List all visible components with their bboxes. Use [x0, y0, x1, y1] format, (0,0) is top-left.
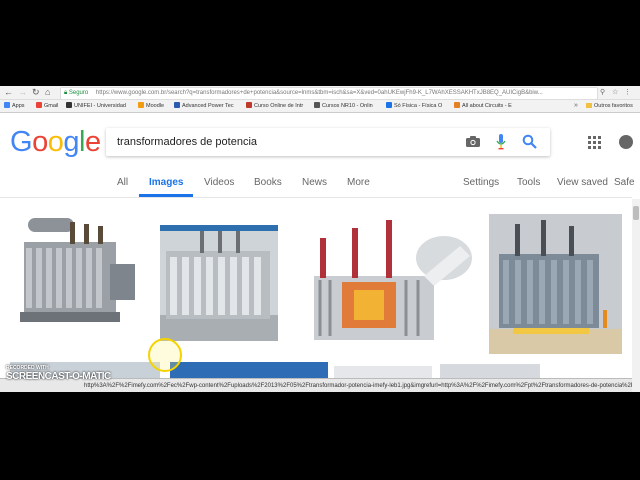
- power-icon: [174, 102, 180, 108]
- bookmark-apps[interactable]: Apps: [4, 100, 25, 112]
- home-icon[interactable]: ⌂: [45, 87, 50, 98]
- bookmark-curso-online[interactable]: Curso Online de Intr: [246, 100, 303, 112]
- bookmark-so-fisica[interactable]: Só Física - Física O: [386, 100, 442, 112]
- logo-letter: o: [32, 126, 48, 158]
- other-bookmarks[interactable]: Outros favoritos: [586, 100, 633, 112]
- curso-icon: [246, 102, 252, 108]
- folder-icon: [586, 103, 592, 108]
- scrollbar-thumb[interactable]: [633, 206, 639, 220]
- omnibox[interactable]: 🔒︎ Seguro https://www.google.com.br/sear…: [60, 87, 598, 100]
- tab-news[interactable]: News: [302, 177, 327, 188]
- moodle-icon: [138, 102, 144, 108]
- fisica-icon: [386, 102, 392, 108]
- microphone-icon[interactable]: [496, 134, 506, 150]
- logo-letter: G: [10, 126, 33, 158]
- tab-more[interactable]: More: [347, 177, 370, 188]
- circuits-icon: [454, 102, 460, 108]
- search-box[interactable]: transformadores de potencia: [106, 128, 550, 156]
- transformer-image: [489, 214, 622, 354]
- bookmark-unifei[interactable]: UNIFEI - Universidad: [66, 100, 126, 112]
- apps-icon: [4, 102, 10, 108]
- gmail-icon: [36, 102, 42, 108]
- tab-tools[interactable]: Tools: [517, 177, 540, 188]
- search-input[interactable]: transformadores de potencia: [117, 136, 257, 148]
- logo-letter: e: [84, 126, 101, 158]
- menu-icon[interactable]: ⋮: [624, 88, 631, 96]
- scrollbar[interactable]: [632, 199, 640, 392]
- logo-letter: o: [47, 126, 64, 158]
- unifei-icon: [66, 102, 72, 108]
- image-result[interactable]: [489, 214, 622, 354]
- secure-label: Seguro: [68, 90, 89, 96]
- transformer-image: [10, 214, 145, 332]
- bookmarks-overflow-icon[interactable]: »: [574, 100, 578, 112]
- image-result[interactable]: [334, 366, 432, 378]
- search-icon[interactable]: ⚲: [600, 88, 605, 96]
- image-result[interactable]: [440, 364, 540, 378]
- search-icon[interactable]: [522, 134, 537, 149]
- apps-grid-icon[interactable]: [588, 136, 601, 149]
- view-saved-link[interactable]: View saved: [557, 177, 608, 188]
- transformer-image: [294, 216, 480, 346]
- camera-icon[interactable]: [466, 136, 480, 147]
- back-icon[interactable]: ←: [4, 87, 13, 98]
- transformer-image: [160, 225, 278, 341]
- star-icon[interactable]: ☆: [612, 88, 618, 96]
- image-result[interactable]: [10, 214, 145, 332]
- account-avatar[interactable]: [619, 135, 633, 149]
- bookmark-advanced-power[interactable]: Advanced Power Tec: [174, 100, 234, 112]
- bookmark-gmail[interactable]: Gmail: [36, 100, 58, 112]
- image-result[interactable]: [170, 362, 328, 378]
- tab-images[interactable]: Images: [149, 177, 183, 188]
- nr10-icon: [314, 102, 320, 108]
- forward-icon[interactable]: →: [18, 87, 27, 98]
- logo-letter: g: [63, 126, 79, 158]
- tab-all[interactable]: All: [117, 177, 128, 188]
- cursor-highlight: [148, 338, 182, 372]
- tab-settings[interactable]: Settings: [463, 177, 499, 188]
- watermark-logo: RECORDED WITH SCREENCAST-O-MATIC: [6, 365, 111, 382]
- google-logo[interactable]: Google: [10, 126, 101, 159]
- reload-icon[interactable]: ↻: [32, 87, 40, 98]
- lock-icon: 🔒︎: [64, 90, 68, 96]
- bookmark-moodle[interactable]: Moodle: [138, 100, 164, 112]
- browser-window: ← → ↻ ⌂ 🔒︎ Seguro https://www.google.com…: [0, 86, 640, 392]
- bookmark-cursos-nr10[interactable]: Cursos NR10 - Onlin: [314, 100, 373, 112]
- safe-search-link[interactable]: Safe: [614, 177, 635, 188]
- bookmarks-bar: Apps Gmail UNIFEI - Universidad Moodle A…: [0, 100, 640, 113]
- url-text: https://www.google.com.br/search?q=trans…: [95, 90, 543, 96]
- header-divider: [0, 197, 632, 198]
- address-bar: ← → ↻ ⌂ 🔒︎ Seguro https://www.google.com…: [0, 86, 640, 100]
- tab-books[interactable]: Books: [254, 177, 282, 188]
- image-result[interactable]: [294, 216, 480, 346]
- tab-videos[interactable]: Videos: [204, 177, 234, 188]
- image-result[interactable]: [160, 225, 278, 341]
- bookmark-all-about-circuits[interactable]: All about Circuits - E: [454, 100, 512, 112]
